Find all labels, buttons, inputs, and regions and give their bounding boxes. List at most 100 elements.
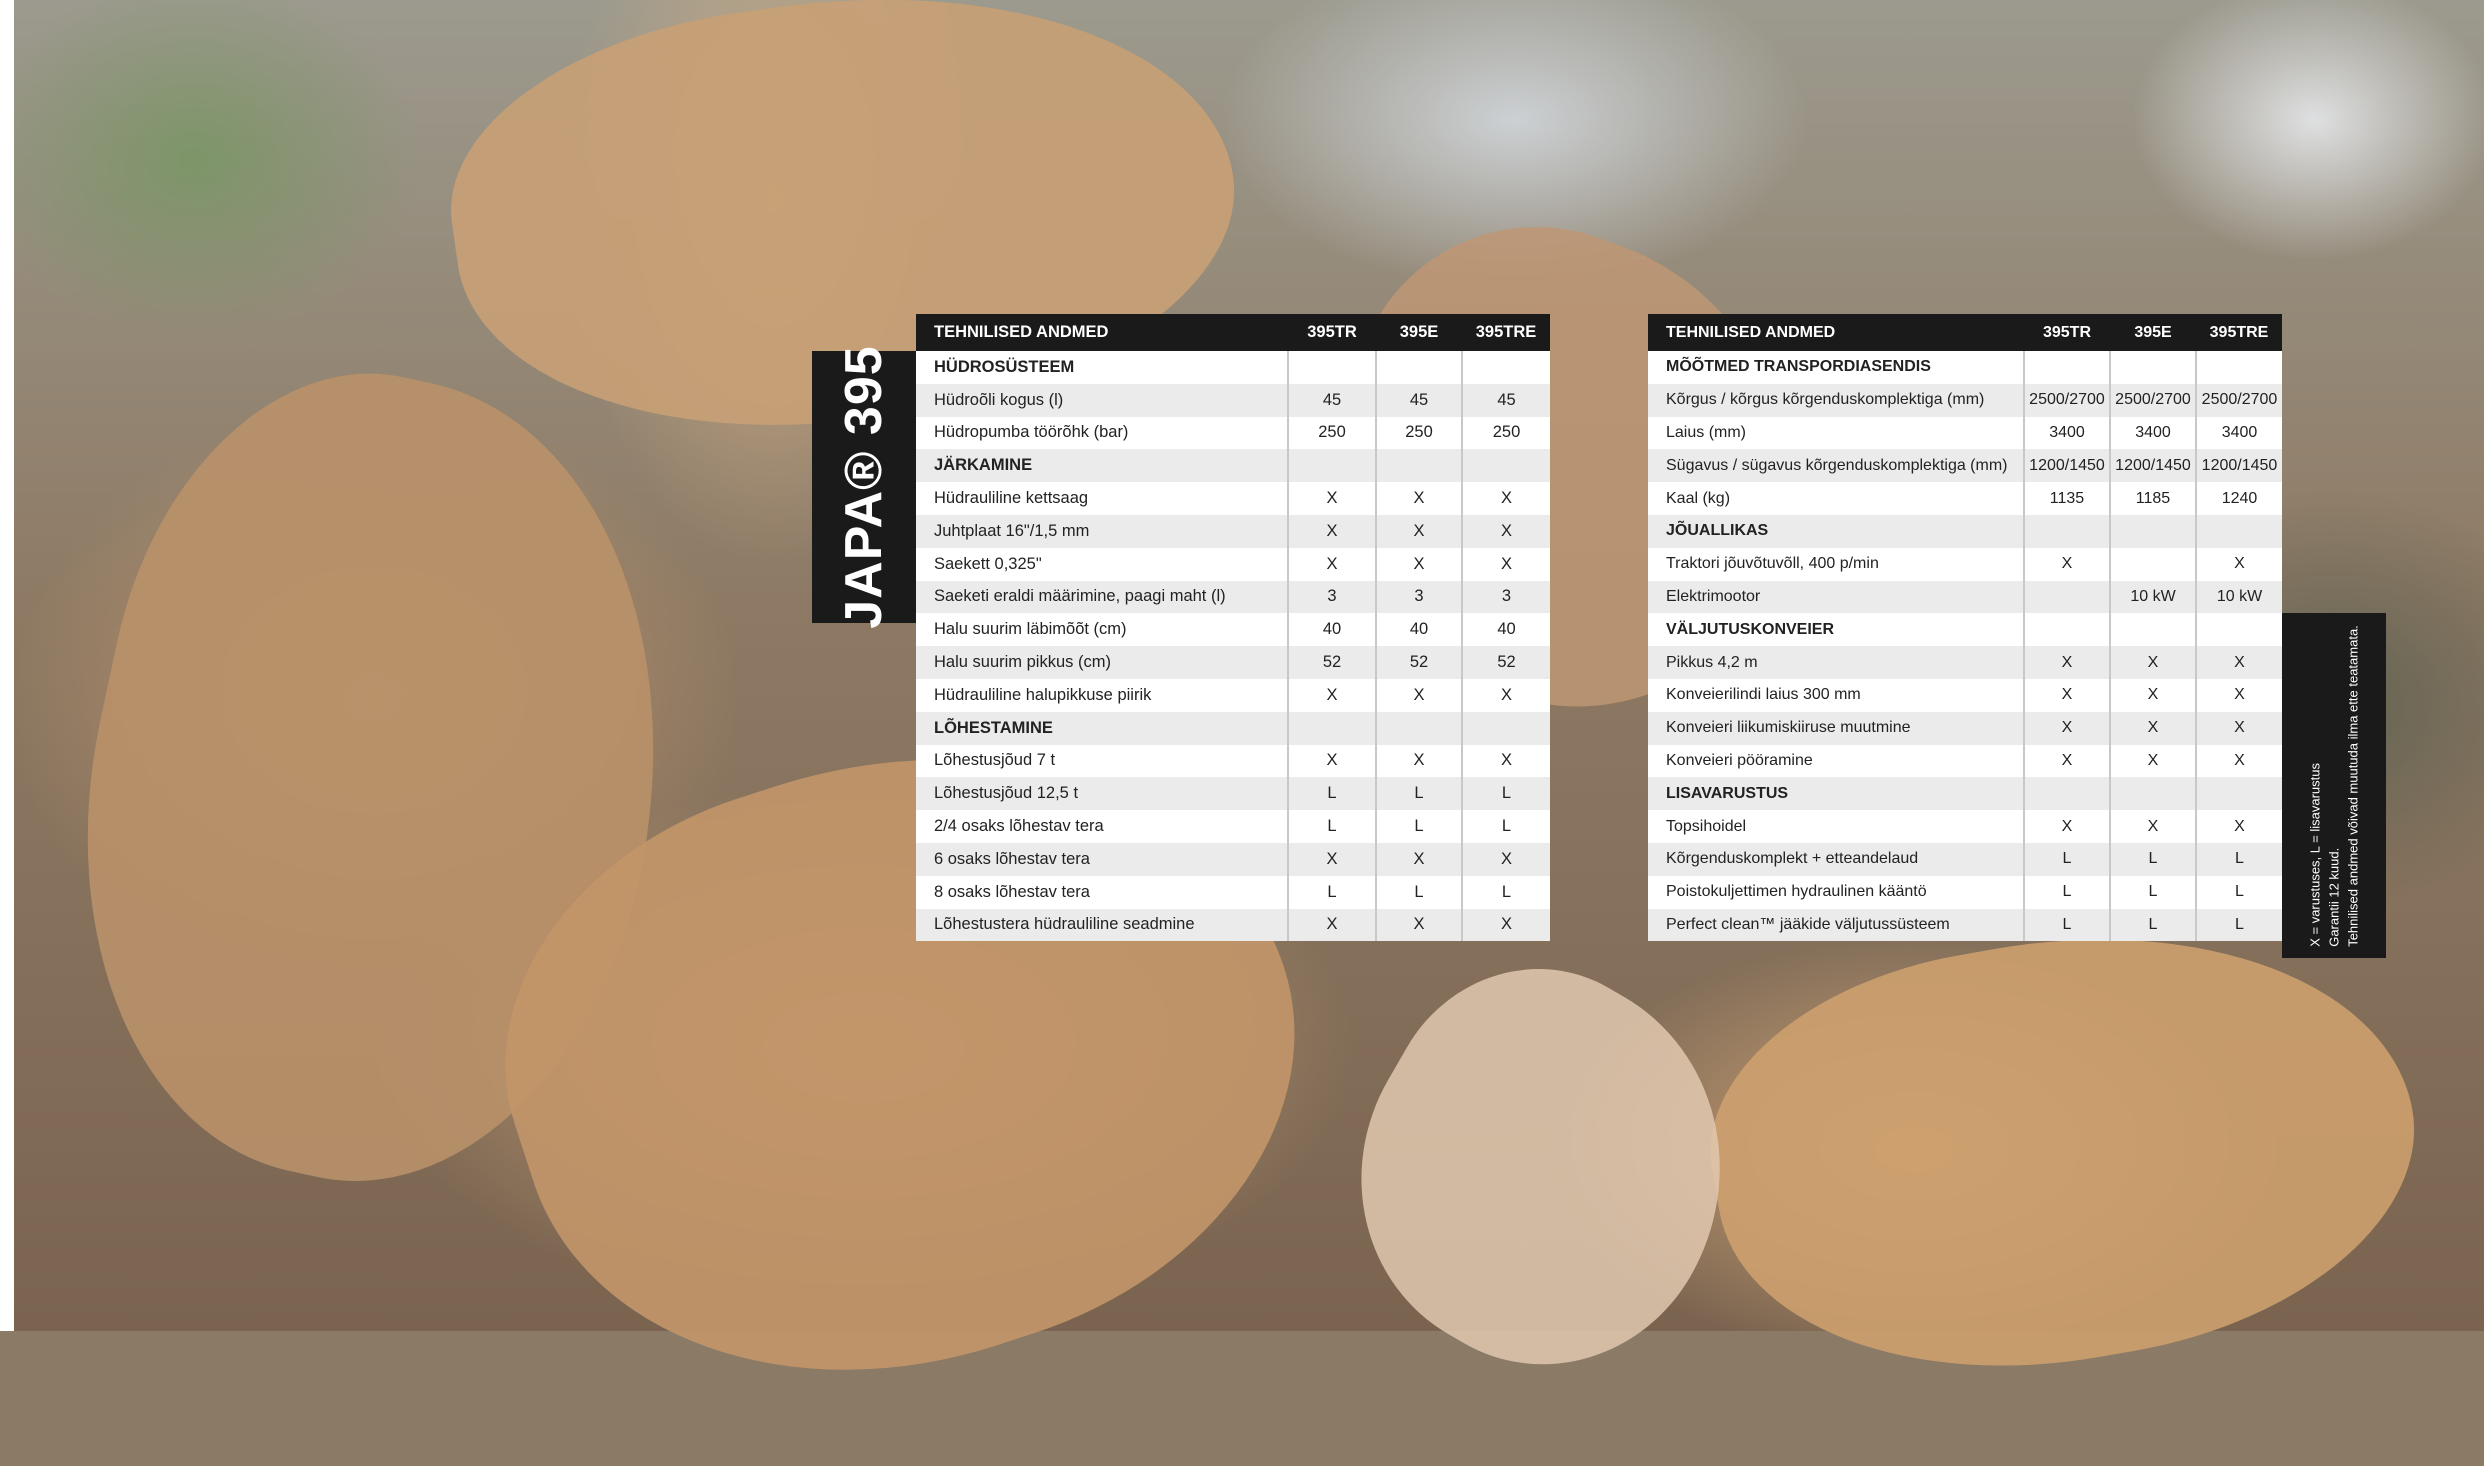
spec-value: 2500/2700 (2110, 383, 2197, 417)
section-title: MÕÕTMED TRANSPORDIASENDIS (1648, 351, 2025, 384)
spec-value: X (1462, 908, 1550, 942)
spec-label: Poistokuljettimen hydraulinen kääntö (1648, 875, 2025, 909)
spec-value (2110, 547, 2197, 581)
spec-value: X (2196, 711, 2282, 745)
spec-value: X (1376, 482, 1463, 515)
table-row: Lõhestustera hüdrauliline seadmine X X X (916, 908, 1550, 942)
spec-value: L (1462, 875, 1550, 909)
table-row: Konveieri liikumiskiiruse muutmine X X X (1648, 711, 2282, 745)
spec-label: Konveierilindi laius 300 mm (1648, 678, 2025, 712)
spec-value: 250 (1462, 416, 1550, 450)
spec-label: Sügavus / sügavus kõrgenduskomplektiga (… (1648, 449, 2025, 483)
spec-value: L (1376, 810, 1463, 843)
spec-value: X (1462, 547, 1550, 581)
spec-value (1288, 351, 1377, 384)
spec-value: 1185 (2110, 482, 2197, 515)
spec-value: L (2196, 842, 2282, 876)
spec-value: L (2110, 908, 2197, 942)
spec-value: X (2024, 810, 2111, 843)
spec-label: Halu suurim läbimõõt (cm) (916, 613, 1289, 647)
section-header-row: JÄRKAMINE (916, 449, 1550, 483)
table-row: Hüdroõli kogus (l) 45 45 45 (916, 383, 1550, 417)
spec-value (2110, 351, 2197, 384)
spec-table-1-header: TEHNILISED ANDMED 395TR 395E 395TRE (916, 314, 1550, 351)
spec-value: 1240 (2196, 482, 2282, 515)
spec-value: X (1376, 744, 1463, 778)
spec-value (2196, 613, 2282, 647)
table-row: Juhtplaat 16"/1,5 mm X X X (916, 514, 1550, 548)
spec-value: X (2110, 711, 2197, 745)
table-row: Laius (mm) 3400 3400 3400 (1648, 416, 2282, 450)
table-row: 6 osaks lõhestav tera X X X (916, 842, 1550, 876)
footnote-warranty: Garantii 12 kuud. (2326, 847, 2342, 947)
spec-value: X (1376, 908, 1463, 942)
spec-value (1376, 351, 1463, 384)
table-row: Kõrgenduskomplekt + etteandelaud L L L (1648, 842, 2282, 876)
spec-value: 3400 (2196, 416, 2282, 450)
header-title: TEHNILISED ANDMED (916, 314, 1288, 351)
spec-value: X (2196, 810, 2282, 843)
section-header-row: LÕHESTAMINE (916, 711, 1550, 745)
spec-value: 3400 (2024, 416, 2111, 450)
table-row: Hüdropumba töörõhk (bar) 250 250 250 (916, 416, 1550, 450)
spec-value: 2500/2700 (2024, 383, 2111, 417)
table-row: Saekett 0,325" X X X (916, 547, 1550, 581)
spec-value: X (1462, 482, 1550, 515)
spec-value: X (2196, 744, 2282, 778)
spec-value (1288, 711, 1377, 745)
spec-value: L (2110, 875, 2197, 909)
spec-label: Saekett 0,325" (916, 547, 1289, 581)
spec-label: Perfect clean™ jääkide väljutussüsteem (1648, 908, 2025, 942)
table-row: Sügavus / sügavus kõrgenduskomplektiga (… (1648, 449, 2282, 483)
spec-value: X (1462, 842, 1550, 876)
spec-value: 10 kW (2196, 580, 2282, 614)
spec-table-1: TEHNILISED ANDMED 395TR 395E 395TRE HÜDR… (916, 314, 1550, 942)
spec-value (1462, 351, 1550, 384)
spec-value: L (2196, 908, 2282, 942)
section-header-row: JÕUALLIKAS (1648, 514, 2282, 548)
spec-value (1376, 711, 1463, 745)
spec-label: 2/4 osaks lõhestav tera (916, 810, 1289, 843)
spec-value: L (1376, 777, 1463, 811)
spec-label: Kaal (kg) (1648, 482, 2025, 515)
spec-value: X (2110, 744, 2197, 778)
table-row: Hüdrauliline kettsaag X X X (916, 482, 1550, 515)
header-model-395tre: 395TRE (1462, 314, 1550, 351)
spec-value: X (2110, 810, 2197, 843)
table-row: Hüdrauliline halupikkuse piirik X X X (916, 678, 1550, 712)
spec-value: X (1376, 514, 1463, 548)
table-row: Konveierilindi laius 300 mm X X X (1648, 678, 2282, 712)
spec-value (2024, 580, 2111, 614)
footnote-legend: X = varustuses, L = lisavarustus (2307, 762, 2323, 947)
spec-label: Kõrgenduskomplekt + etteandelaud (1648, 842, 2025, 876)
spec-value: X (1462, 514, 1550, 548)
table-row: Traktori jõuvõtuvõll, 400 p/min X X (1648, 547, 2282, 581)
spec-value: L (2024, 842, 2111, 876)
spec-table-2: TEHNILISED ANDMED 395TR 395E 395TRE MÕÕT… (1648, 314, 2282, 942)
spec-value: X (1462, 744, 1550, 778)
table-row: Perfect clean™ jääkide väljutussüsteem L L… (1648, 908, 2282, 942)
table-row: Kaal (kg) 1135 1185 1240 (1648, 482, 2282, 515)
spec-value: L (2110, 842, 2197, 876)
section-title: LISAVARUSTUS (1648, 777, 2025, 811)
spec-value: X (2196, 646, 2282, 679)
table-row: Halu suurim pikkus (cm) 52 52 52 (916, 646, 1550, 679)
section-title: JÄRKAMINE (916, 449, 1289, 483)
spec-value: L (2024, 875, 2111, 909)
footnote-box: X = varustuses, L = lisavarustus Garanti… (2282, 613, 2386, 958)
spec-label: Pikkus 4,2 m (1648, 646, 2025, 679)
spec-value: 3 (1288, 580, 1377, 614)
spec-value (2024, 514, 2111, 548)
spec-value (2024, 777, 2111, 811)
spec-label: Topsihoidel (1648, 810, 2025, 843)
spec-label: Hüdropumba töörõhk (bar) (916, 416, 1289, 450)
spec-table-2-header: TEHNILISED ANDMED 395TR 395E 395TRE (1648, 314, 2282, 351)
spec-value: 1135 (2024, 482, 2111, 515)
section-header-row: LISAVARUSTUS (1648, 777, 2282, 811)
spec-label: Hüdrauliline kettsaag (916, 482, 1289, 515)
spec-label: Elektrimootor (1648, 580, 2025, 614)
spec-value: X (1376, 547, 1463, 581)
spec-label: 6 osaks lõhestav tera (916, 842, 1289, 876)
spec-value: L (2196, 875, 2282, 909)
spec-value: X (2196, 547, 2282, 581)
